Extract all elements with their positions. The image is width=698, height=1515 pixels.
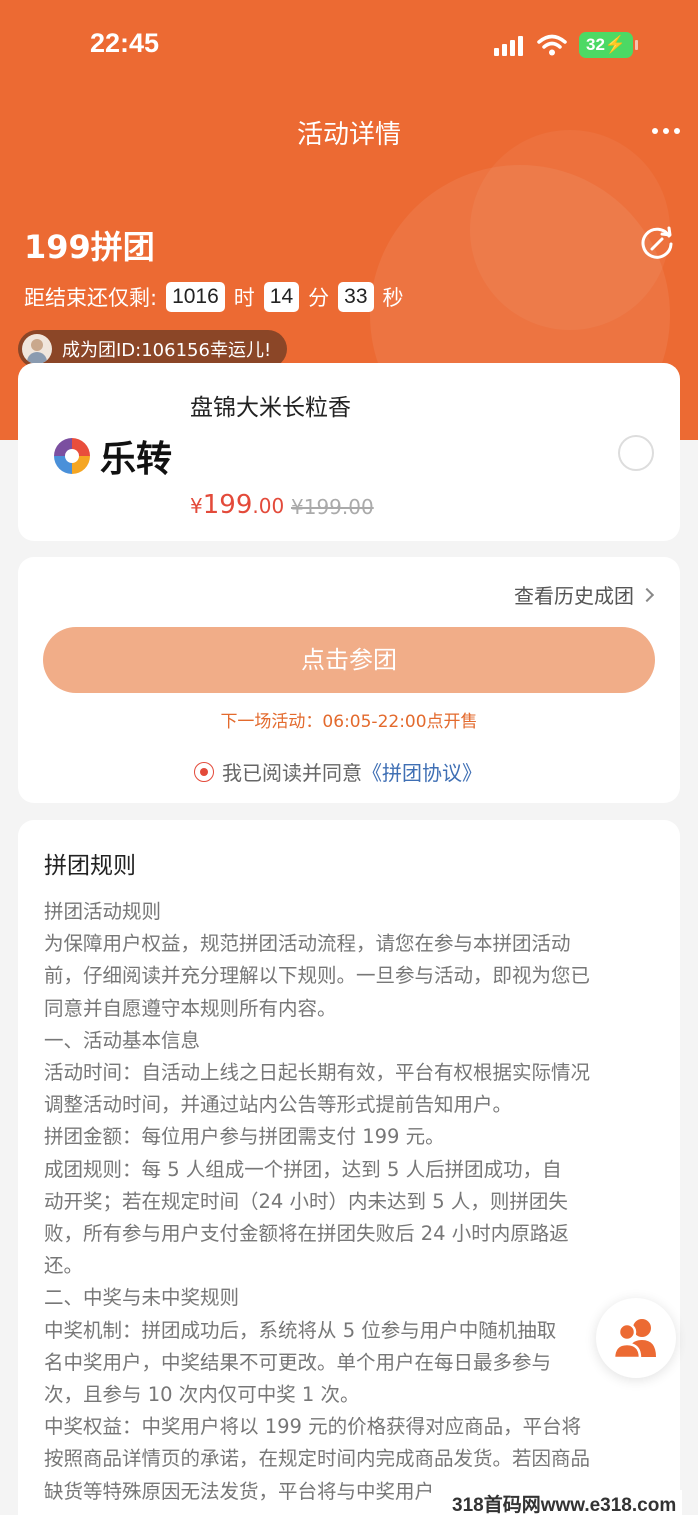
rules-line: 中奖权益：中奖用户将以 199 元的价格获得对应商品，平台将 xyxy=(44,1415,582,1439)
product-name: 盘锦大米长粒香 xyxy=(190,395,351,421)
rules-line: 成团规则：每 5 人组成一个拼团，达到 5 人后拼团成功，自 xyxy=(44,1157,562,1181)
product-select-radio[interactable] xyxy=(618,435,654,471)
join-card: 查看历史成团 点击参团 下一场活动：06:05-22:00点开售 我已阅读并同意… xyxy=(18,557,680,803)
users-icon xyxy=(612,1319,656,1359)
rules-line: 败，所有参与用户支付金额将在拼团失败后 24 小时内原路返 xyxy=(44,1222,569,1246)
watermark: 318首码网www.e318.com xyxy=(446,1490,683,1515)
history-groups-link[interactable]: 查看历史成团 xyxy=(514,580,655,609)
refresh-icon[interactable] xyxy=(638,225,676,263)
rules-line: 名中奖用户，中奖结果不可更改。单个用户在每日最多参与 xyxy=(44,1350,552,1374)
price-symbol: ¥ xyxy=(190,494,203,518)
group-members-button[interactable] xyxy=(596,1298,676,1378)
rules-line: 为保障用户权益，规范拼团活动流程，请您在参与本拼团活动 xyxy=(44,932,571,956)
status-indicators: 32⚡ xyxy=(494,32,639,58)
original-price: ¥199.00 xyxy=(291,495,374,519)
rules-line: 同意并自愿遵守本规则所有内容。 xyxy=(44,996,337,1020)
winner-text: 成为团ID:106156幸运儿! xyxy=(62,340,272,361)
page-title: 活动详情 xyxy=(296,120,401,150)
agreement-link[interactable]: 《拼团协议》 xyxy=(362,757,482,786)
status-time: 22:45 xyxy=(90,28,160,58)
agreement-row: 我已阅读并同意 《拼团协议》 xyxy=(194,757,482,786)
rules-title: 拼团规则 xyxy=(44,853,136,879)
price-decimal: .00 xyxy=(252,494,285,518)
minutes-unit: 分 xyxy=(308,286,330,310)
rules-line: 按照商品详情页的承诺，在规定时间内完成商品发货。若因商品 xyxy=(44,1447,591,1471)
rules-line: 中奖机制：拼团成功后，系统将从 5 位参与用户中随机抽取 xyxy=(44,1318,557,1342)
rules-line: 前，仔细阅读并充分理解以下规则。一旦参与活动，即视为您已 xyxy=(44,964,591,988)
cellular-signal-icon xyxy=(494,34,523,56)
seconds-unit: 秒 xyxy=(382,286,404,310)
rules-line: 一、活动基本信息 xyxy=(44,1028,201,1052)
avatar xyxy=(22,334,52,364)
hours-unit: 时 xyxy=(233,286,255,310)
logo-text: 乐转 xyxy=(100,439,173,480)
product-price: ¥ 199 .00 xyxy=(190,490,284,520)
countdown: 距结束还仅剩: 1016 时 14 分 33 秒 xyxy=(24,282,404,312)
countdown-label: 距结束还仅剩: xyxy=(24,286,158,310)
price-integer: 199 xyxy=(202,490,253,520)
join-group-button[interactable]: 点击参团 xyxy=(43,627,655,693)
rules-line: 次，且参与 10 次内仅可中奖 1 次。 xyxy=(44,1383,360,1407)
history-link-label: 查看历史成团 xyxy=(514,584,634,608)
rules-line: 调整活动时间，并通过站内公告等形式提前告知用户。 xyxy=(44,1093,513,1117)
rules-line: 动开奖；若在规定时间（24 小时）内未达到 5 人，则拼团失 xyxy=(44,1189,568,1213)
product-logo: 乐转 xyxy=(50,430,172,482)
agree-radio[interactable] xyxy=(194,761,214,782)
rules-line: 活动时间：自活动上线之日起长期有效，平台有权根据实际情况 xyxy=(44,1061,591,1085)
rules-card: 拼团规则 拼团活动规则 为保障用户权益，规范拼团活动流程，请您在参与本拼团活动 … xyxy=(18,820,680,1515)
activity-title: 199拼团 xyxy=(24,228,155,266)
countdown-hours: 1016 xyxy=(166,282,225,312)
rules-line: 还。 xyxy=(44,1254,84,1278)
battery-icon: 32⚡ xyxy=(579,32,639,58)
next-session-text: 下一场活动：06:05-22:00点开售 xyxy=(220,712,478,732)
brand-logo-icon xyxy=(52,436,92,476)
rules-body: 拼团活动规则 为保障用户权益，规范拼团活动流程，请您在参与本拼团活动 前，仔细阅… xyxy=(44,896,656,1508)
wifi-icon xyxy=(537,34,567,56)
more-icon[interactable] xyxy=(652,128,680,134)
rules-line: 拼团活动规则 xyxy=(44,900,162,923)
chevron-right-icon xyxy=(639,587,655,602)
rules-line: 二、中奖与未中奖规则 xyxy=(44,1286,240,1310)
battery-level: 32 xyxy=(586,35,605,54)
rules-line: 拼团金额：每位用户参与拼团需支付 199 元。 xyxy=(44,1125,445,1149)
agree-text: 我已阅读并同意 xyxy=(222,761,362,785)
countdown-seconds: 33 xyxy=(338,282,374,312)
product-card[interactable]: 盘锦大米长粒香 乐转 ¥ 199 .00 ¥199.00 xyxy=(18,363,680,541)
countdown-minutes: 14 xyxy=(263,282,300,312)
